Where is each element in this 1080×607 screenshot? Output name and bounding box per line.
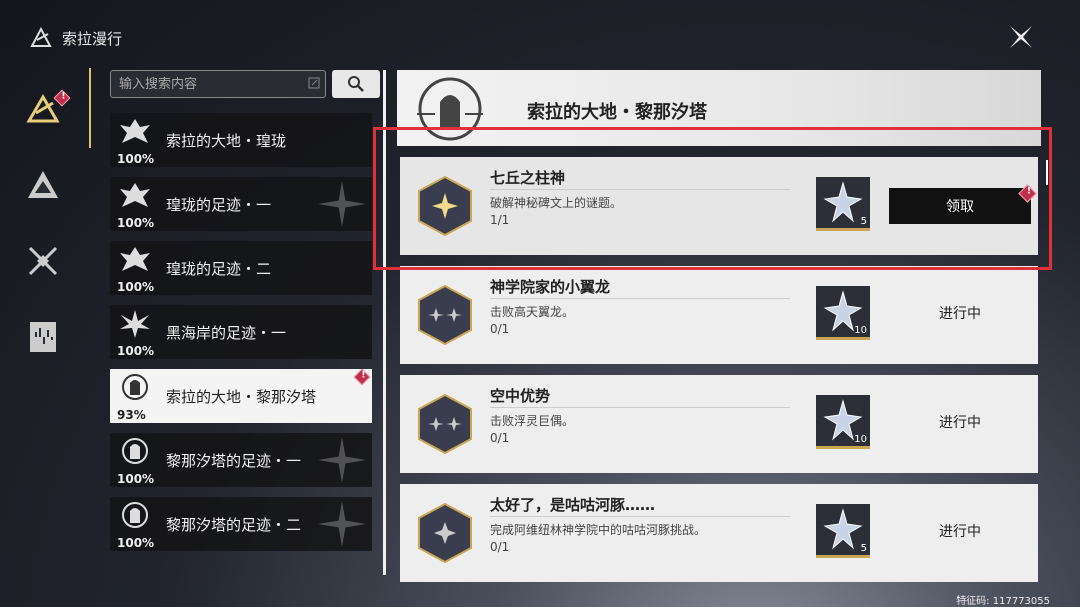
task-row: 七丘之柱神 破解神秘碑文上的谜题。 1/1 5 领取	[400, 157, 1038, 255]
list-item[interactable]: 100% 黎那汐塔的足迹・一	[110, 433, 372, 487]
task-star-icon	[418, 393, 472, 455]
reward-quantity: 5	[860, 543, 867, 554]
task-title: 空中优势	[490, 387, 551, 405]
completion-percent: 93%	[117, 408, 146, 422]
list-item-label: 索拉的大地・黎那汐塔	[166, 387, 317, 406]
compass-deco-icon	[318, 437, 366, 483]
compass-deco-icon	[318, 501, 366, 547]
task-progress: 1/1	[490, 213, 510, 227]
reward-item[interactable]: 10	[816, 286, 870, 340]
search-input[interactable]	[110, 70, 326, 98]
region-emblem-icon: 100%	[110, 177, 160, 231]
task-title: 太好了，是咕咕河豚……	[490, 496, 656, 514]
list-item-label: 黎那汐塔的足迹・一	[166, 451, 302, 470]
nav-separator	[89, 68, 91, 148]
list-item[interactable]: 100% 索拉的大地・瑝珑	[110, 113, 372, 167]
nav-mountain[interactable]	[18, 160, 68, 210]
mountain-icon	[28, 171, 58, 198]
task-description: 击败浮灵巨偶。	[490, 414, 575, 428]
task-star-icon	[418, 175, 472, 237]
app-logo-icon	[30, 26, 52, 47]
search-row	[110, 70, 380, 98]
reward-item[interactable]: 5	[816, 504, 870, 558]
app-header: 索拉漫行	[28, 26, 122, 50]
footer-code: 特征码: 117773055	[956, 596, 1050, 607]
task-row: 太好了，是咕咕河豚…… 完成阿维纽林神学院中的咕咕河豚挑战。 0/1 5 进行中	[400, 484, 1038, 582]
edit-icon	[308, 77, 320, 89]
task-star-icon	[418, 502, 472, 564]
soundwave-icon	[30, 322, 56, 352]
list-item[interactable]: 93% 索拉的大地・黎那汐塔	[110, 369, 372, 423]
nav-combat[interactable]	[18, 236, 68, 286]
completion-percent: 100%	[117, 216, 155, 230]
completion-percent: 100%	[117, 280, 155, 294]
region-emblem-icon: 100%	[110, 305, 160, 359]
divider	[490, 189, 790, 190]
region-emblem-icon: 100%	[110, 433, 160, 487]
divider	[490, 298, 790, 299]
reward-quantity: 10	[854, 325, 867, 336]
detail-header: 索拉的大地・黎那汐塔	[397, 70, 1041, 146]
task-description: 破解神秘碑文上的谜题。	[490, 196, 623, 210]
list-item[interactable]: 100% 黑海岸的足迹・一	[110, 305, 372, 359]
task-progress: 0/1	[490, 540, 510, 554]
list-item-label: 索拉的大地・瑝珑	[166, 131, 287, 150]
reward-item[interactable]: 10	[816, 395, 870, 449]
task-list: 七丘之柱神 破解神秘碑文上的谜题。 1/1 5 领取 神学院家的小翼龙 击败高天…	[400, 157, 1038, 593]
nav-audio[interactable]	[18, 312, 68, 362]
list-item-label: 黎那汐塔的足迹・二	[166, 515, 302, 534]
region-list: 100% 索拉的大地・瑝珑 100% 瑝珑的足迹・一 100% 瑝珑的足迹・二 …	[110, 113, 372, 561]
task-status: 进行中	[939, 306, 981, 322]
task-scrollbar[interactable]	[1046, 160, 1048, 185]
region-emblem-icon: 100%	[110, 241, 160, 295]
claim-button[interactable]: 领取	[889, 188, 1031, 224]
task-progress: 0/1	[490, 322, 510, 336]
list-item-label: 瑝珑的足迹・二	[166, 259, 272, 278]
task-status: 进行中	[939, 524, 981, 540]
search-icon	[348, 76, 364, 92]
completion-percent: 100%	[117, 536, 155, 550]
list-item-label: 黑海岸的足迹・一	[166, 323, 287, 342]
search-button[interactable]	[332, 70, 380, 98]
reward-item[interactable]: 5	[816, 177, 870, 231]
region-emblem-icon: 93%	[110, 369, 160, 423]
detail-title: 索拉的大地・黎那汐塔	[527, 102, 707, 123]
list-item[interactable]: 100% 瑝珑的足迹・二	[110, 241, 372, 295]
divider	[490, 516, 790, 517]
region-emblem-icon	[417, 77, 483, 141]
region-emblem-icon: 100%	[110, 497, 160, 551]
completion-percent: 100%	[117, 152, 155, 166]
close-icon[interactable]	[1006, 22, 1036, 52]
region-emblem-icon: 100%	[110, 113, 160, 167]
task-row: 空中优势 击败浮灵巨偶。 0/1 10 进行中	[400, 375, 1038, 473]
task-description: 完成阿维纽林神学院中的咕咕河豚挑战。	[490, 523, 707, 537]
reward-quantity: 5	[860, 216, 867, 227]
task-title: 神学院家的小翼龙	[490, 278, 611, 296]
task-title: 七丘之柱神	[490, 169, 566, 187]
nav-journey[interactable]	[18, 84, 71, 134]
divider	[490, 407, 790, 408]
side-nav	[18, 84, 71, 388]
task-star-icon	[418, 284, 472, 346]
compass-deco-icon	[318, 181, 366, 227]
list-item-label: 瑝珑的足迹・一	[166, 195, 272, 214]
task-status: 进行中	[939, 415, 981, 431]
task-progress: 0/1	[490, 431, 510, 445]
list-scrollbar[interactable]	[383, 70, 386, 575]
completion-percent: 100%	[117, 344, 155, 358]
task-row: 神学院家的小翼龙 击败高天翼龙。 0/1 10 进行中	[400, 266, 1038, 364]
crossed-swords-icon	[28, 246, 58, 276]
reward-quantity: 10	[854, 434, 867, 445]
app-title: 索拉漫行	[62, 29, 123, 48]
list-item[interactable]: 100% 黎那汐塔的足迹・二	[110, 497, 372, 551]
completion-percent: 100%	[117, 472, 155, 486]
task-description: 击败高天翼龙。	[490, 305, 575, 319]
list-item[interactable]: 100% 瑝珑的足迹・一	[110, 177, 372, 231]
alert-badge	[353, 369, 371, 386]
